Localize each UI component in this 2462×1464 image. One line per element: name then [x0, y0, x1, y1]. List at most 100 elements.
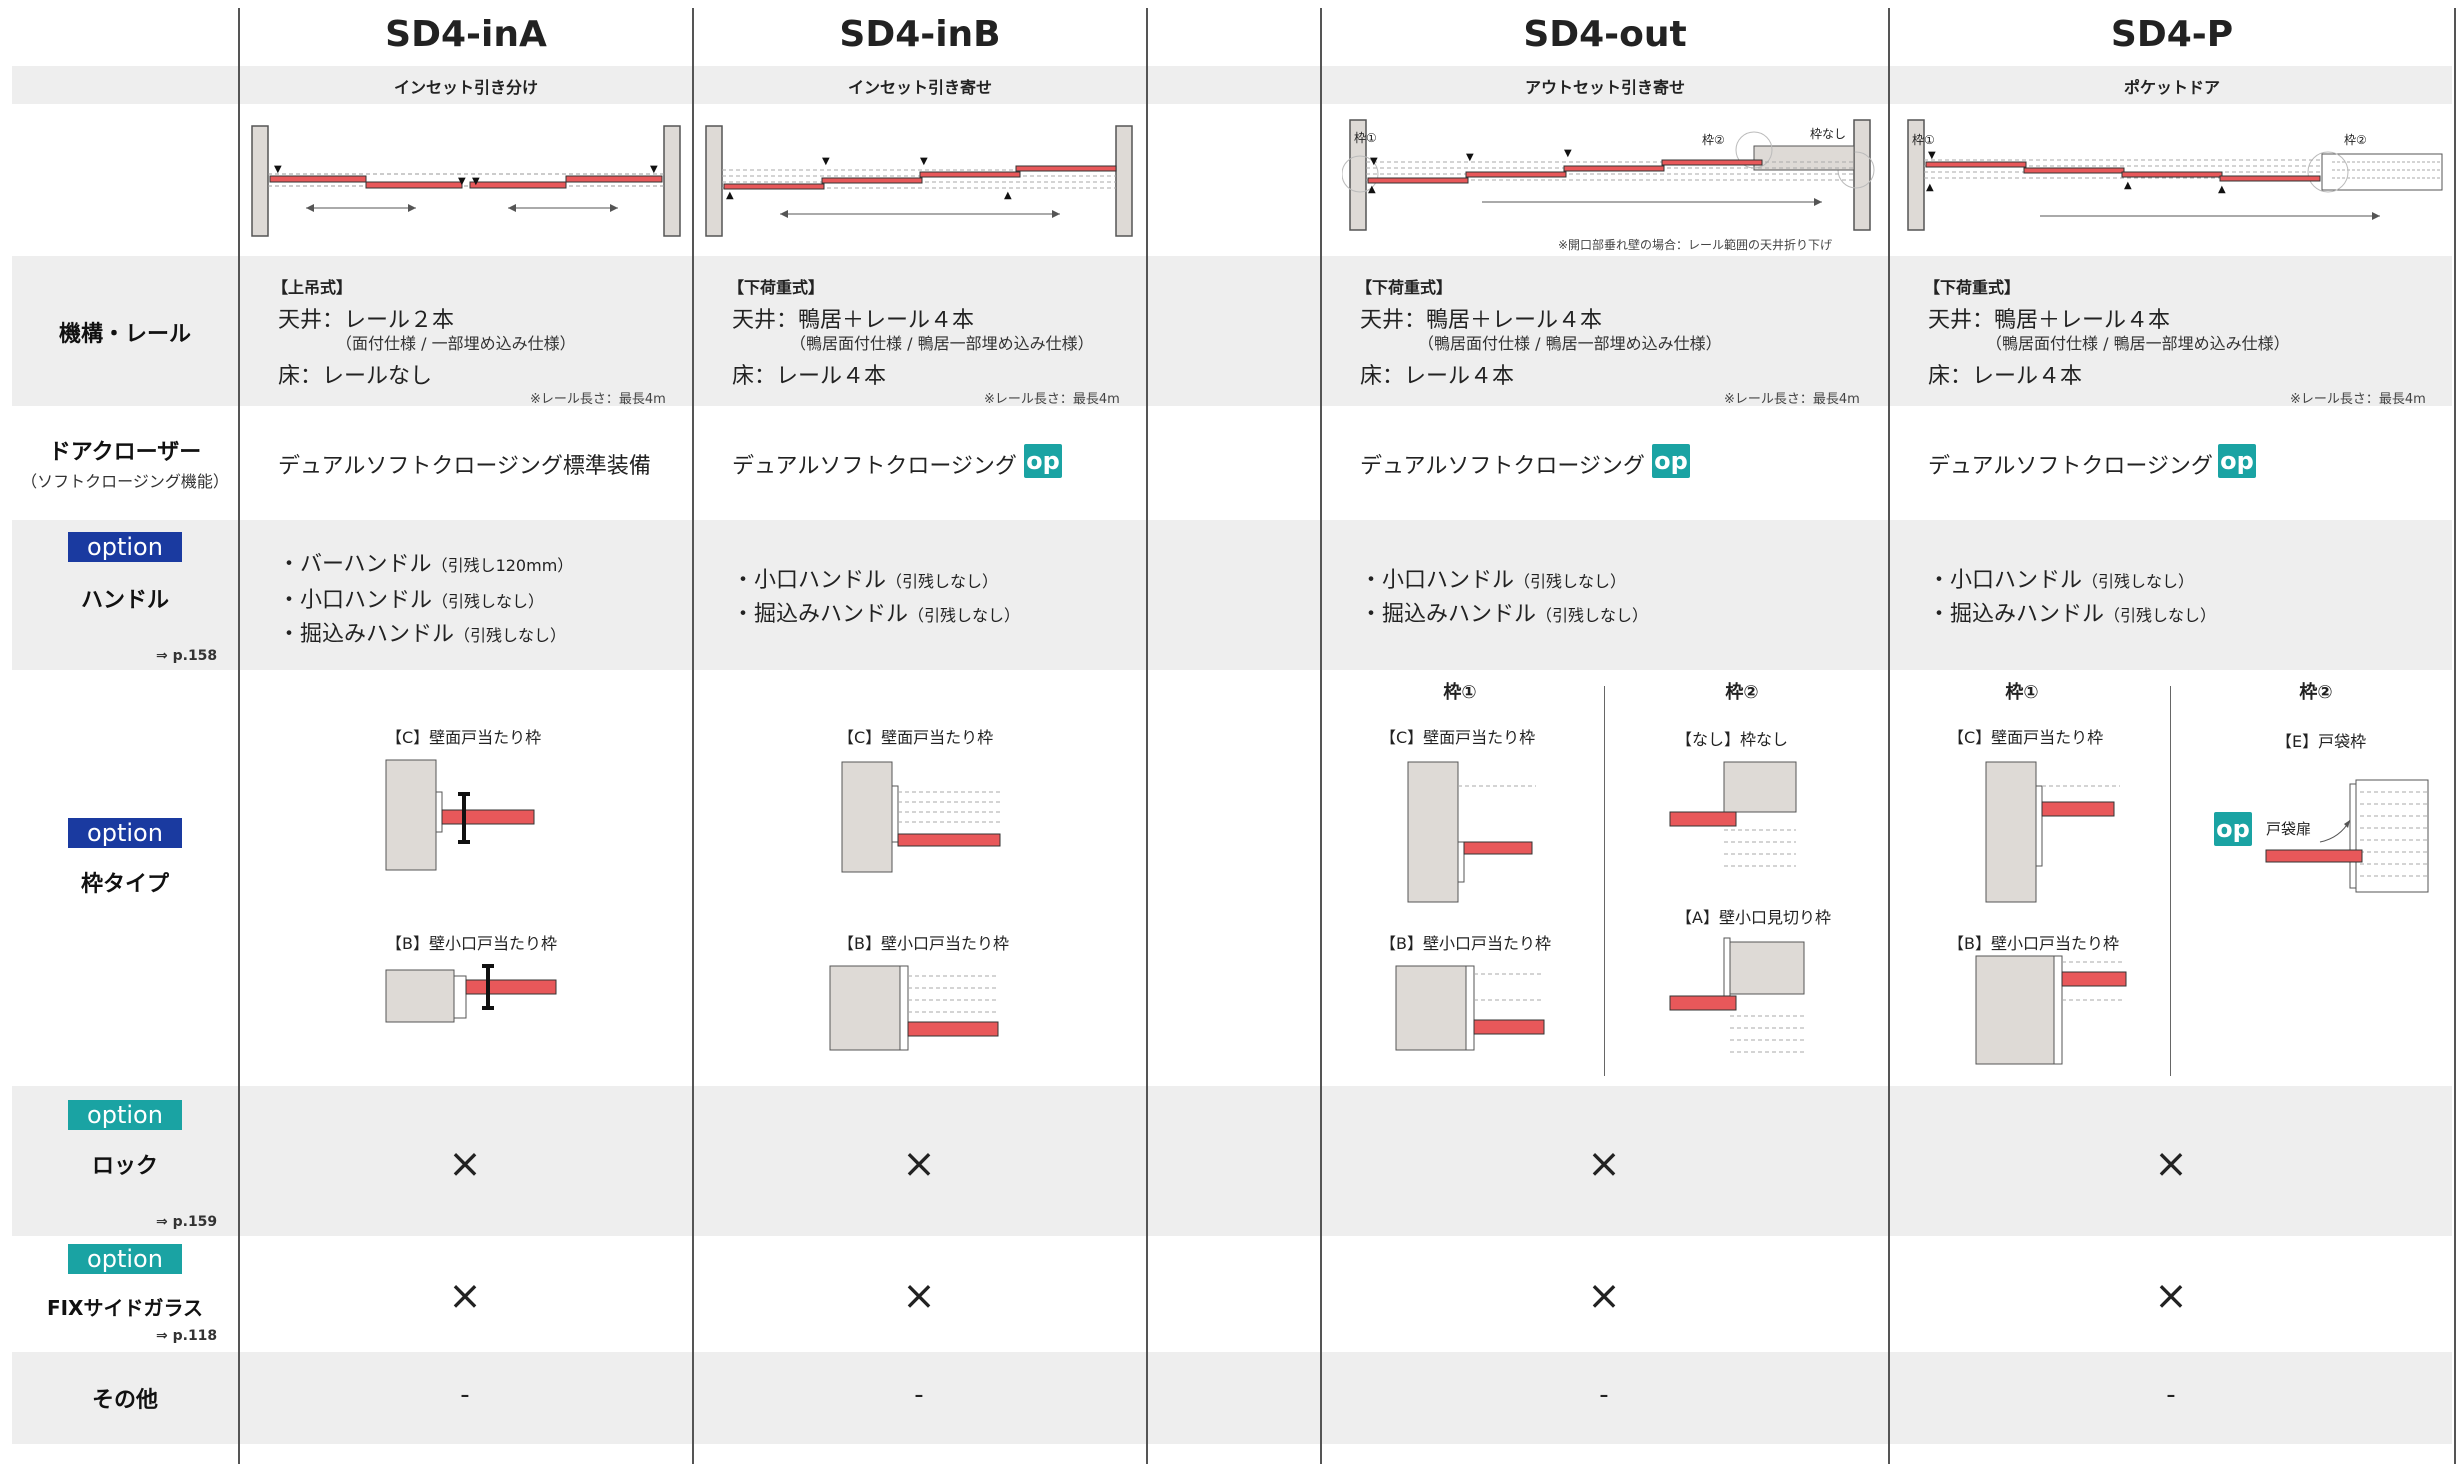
mechanism-ceiling-sub-out: （鴨居面付仕様 / 鴨居一部埋め込み仕様） — [1418, 334, 1722, 353]
waku2-label-p: 枠② — [2299, 682, 2333, 703]
svg-text:▼: ▼ — [1466, 152, 1474, 163]
handle-name: ・小口ハンドル — [1360, 568, 1515, 593]
handle-name: ・小口ハンドル — [732, 568, 887, 593]
mechanism-note-p: ※レール長さ：最長4m — [2290, 392, 2426, 407]
mechanism-ceiling-sub-inA: （面付仕様 / 一部埋め込み仕様） — [336, 334, 576, 353]
option-badge-lock: option — [68, 1100, 182, 1130]
column-divider — [1146, 8, 1148, 1464]
handle-list-out: ・小口ハンドル（引残しなし） ・掘込みハンドル（引残しなし） — [1360, 562, 1648, 630]
row-label-other: その他 — [91, 1388, 158, 1413]
svg-text:▼: ▼ — [650, 164, 658, 175]
dash-other-out: - — [1599, 1380, 1609, 1410]
column-title-inB: SD4-inB — [839, 14, 1001, 55]
svg-text:▼: ▼ — [274, 164, 282, 175]
row-label-lock: ロック — [91, 1154, 158, 1179]
handle-note: （引残しなし） — [886, 572, 999, 591]
op-badge-closer-out: op — [1652, 444, 1690, 478]
other-band — [12, 1352, 2452, 1444]
frame-diagram-E-p — [2265, 779, 2429, 893]
frame-label-nashi-out: 【なし】枠なし — [1676, 730, 1789, 749]
closer-text-inA: デュアルソフトクロージング標準装備 — [278, 454, 651, 479]
svg-text:▼: ▼ — [1370, 156, 1378, 167]
mechanism-floor-p: 床：レール４本 — [1928, 364, 2083, 389]
plan-diagram-inB: ▲ ▼ ▼ ▲ — [705, 125, 1133, 237]
page-ref-handle[interactable]: ⇒ p.158 — [156, 648, 217, 664]
frame-diagram-A-out — [1669, 937, 1805, 1053]
column-subtitle-inB: インセット引き寄せ — [847, 78, 992, 97]
column-divider — [1320, 8, 1322, 1464]
op-badge-closer-inB: op — [1024, 444, 1062, 478]
column-divider — [692, 8, 694, 1464]
closer-text-p: デュアルソフトクロージング — [1928, 454, 2213, 479]
handle-list-p: ・小口ハンドル（引残しなし） ・掘込みハンドル（引残しなし） — [1928, 562, 2216, 630]
mechanism-note-inA: ※レール長さ：最長4m — [530, 392, 666, 407]
frame-label-B-inB: 【B】壁小口戸当たり枠 — [838, 934, 1009, 953]
page-ref-glass[interactable]: ⇒ p.118 — [156, 1328, 217, 1344]
column-title-out: SD4-out — [1523, 14, 1687, 55]
mechanism-ceiling-sub-p: （鴨居面付仕様 / 鴨居一部埋め込み仕様） — [1986, 334, 2290, 353]
frame-diagram-B-inA — [385, 964, 557, 1023]
handle-note: （引残しなし） — [454, 626, 567, 645]
row-label-glass: FIXサイドガラス — [46, 1296, 204, 1320]
column-divider — [2454, 8, 2456, 1464]
svg-text:▼: ▼ — [1928, 150, 1936, 161]
svg-text:▼: ▼ — [472, 176, 480, 187]
frame-label-B-inA: 【B】壁小口戸当たり枠 — [386, 934, 557, 953]
handle-name: ・掘込みハンドル — [1360, 602, 1537, 627]
dash-other-inB: - — [914, 1380, 924, 1410]
handle-name: ・小口ハンドル — [1928, 568, 2083, 593]
handle-note: （引残しなし） — [1514, 572, 1627, 591]
mechanism-type-out: 【下荷重式】 — [1356, 278, 1453, 297]
handle-list-inB: ・小口ハンドル（引残しなし） ・掘込みハンドル（引残しなし） — [732, 562, 1020, 630]
svg-text:▼: ▼ — [1564, 148, 1572, 159]
frame-sub-divider-out — [1604, 686, 1605, 1076]
row-label-mechanism: 機構・レール — [58, 322, 191, 347]
column-divider — [238, 8, 240, 1464]
svg-text:▲: ▲ — [726, 190, 734, 201]
svg-text:▼: ▼ — [458, 176, 466, 187]
frame-diagram-B-inB — [829, 965, 999, 1051]
frame-label-C-inB: 【C】壁面戸当たり枠 — [838, 728, 994, 747]
cross-mark-lock-inB: × — [902, 1141, 936, 1187]
label-waku2-p: 枠② — [2344, 133, 2367, 147]
svg-text:▲: ▲ — [1004, 190, 1012, 201]
svg-text:▲: ▲ — [2218, 184, 2226, 195]
frame-diagram-B-out — [1395, 965, 1545, 1051]
mechanism-floor-inA: 床：レールなし — [278, 364, 433, 389]
lock-band — [12, 1086, 2452, 1236]
frame-label-E-p: 【E】戸袋枠 — [2276, 732, 2367, 751]
cross-mark-glass-inA: × — [448, 1273, 482, 1319]
handle-name: ・掘込みハンドル — [278, 622, 455, 647]
handle-name: ・掘込みハンドル — [1928, 602, 2105, 627]
frame-label-C-inA: 【C】壁面戸当たり枠 — [386, 728, 542, 747]
frame-diagram-C-p — [1985, 761, 2120, 903]
plan-diagram-inA: ▼ ▼ ▼ ▼ — [251, 125, 681, 237]
page-ref-lock[interactable]: ⇒ p.159 — [156, 1214, 217, 1230]
frame-diagram-B-p — [1975, 955, 2127, 1065]
out-plan-note: ※開口部垂れ壁の場合：レール範囲の天井折り下げ — [1558, 238, 1833, 252]
handle-note: （引残しなし） — [2082, 572, 2195, 591]
svg-text:▲: ▲ — [1926, 182, 1934, 193]
mechanism-type-p: 【下荷重式】 — [1924, 278, 2021, 297]
svg-text:▼: ▼ — [920, 156, 928, 167]
label-waku1-p: 枠① — [1912, 133, 1935, 147]
handle-name: ・バーハンドル — [278, 552, 432, 577]
op-badge-closer-p: op — [2218, 444, 2256, 478]
closer-text-inB: デュアルソフトクロージング — [732, 454, 1017, 479]
label-waku1-out: 枠① — [1354, 131, 1377, 145]
mechanism-note-out: ※レール長さ：最長4m — [1724, 392, 1860, 407]
label-nashi-out: 枠なし — [1810, 127, 1846, 141]
cross-mark-glass-inB: × — [902, 1273, 936, 1319]
label-waku2-out: 枠② — [1702, 133, 1725, 147]
row-label-closer: ドアクローザー — [48, 440, 202, 465]
handle-note: （引残しなし） — [908, 606, 1021, 625]
op-badge-frame-p: op — [2214, 812, 2252, 846]
closer-text-out: デュアルソフトクロージング — [1360, 454, 1645, 479]
cross-mark-lock-inA: × — [448, 1141, 482, 1187]
svg-text:▲: ▲ — [2124, 180, 2132, 191]
svg-text:▲: ▲ — [1368, 184, 1376, 195]
cross-mark-glass-p: × — [2154, 1273, 2188, 1319]
dash-other-p: - — [2166, 1380, 2176, 1410]
column-title-p: SD4-P — [2110, 14, 2234, 55]
handle-name: ・掘込みハンドル — [732, 602, 909, 627]
